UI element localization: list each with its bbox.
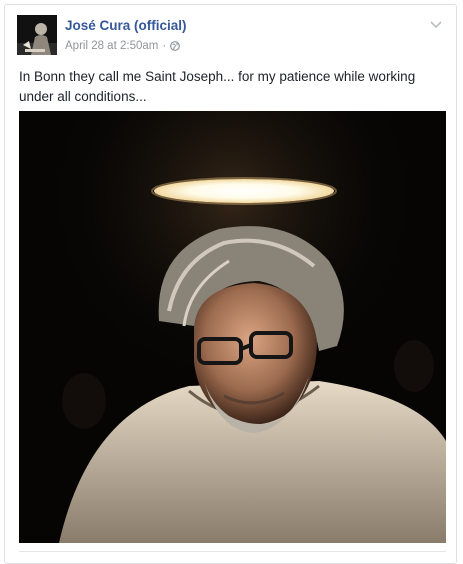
post-divider — [19, 551, 446, 552]
avatar[interactable] — [17, 15, 57, 55]
chevron-down-icon[interactable] — [429, 17, 443, 31]
globe-icon — [170, 41, 181, 51]
avatar-image — [17, 15, 57, 55]
post-message: In Bonn they call me Saint Joseph... for… — [19, 69, 416, 104]
page-name-link[interactable]: José Cura (official) — [65, 18, 187, 33]
post-meta: April 28 at 2:50am · — [65, 40, 181, 52]
photo-image — [19, 111, 446, 543]
meta-separator: · — [162, 40, 167, 52]
post-timestamp[interactable]: April 28 at 2:50am — [65, 40, 158, 52]
post-photo[interactable] — [19, 111, 446, 543]
post-card: José Cura (official) April 28 at 2:50am … — [4, 4, 457, 564]
post-header: José Cura (official) April 28 at 2:50am … — [17, 15, 447, 57]
